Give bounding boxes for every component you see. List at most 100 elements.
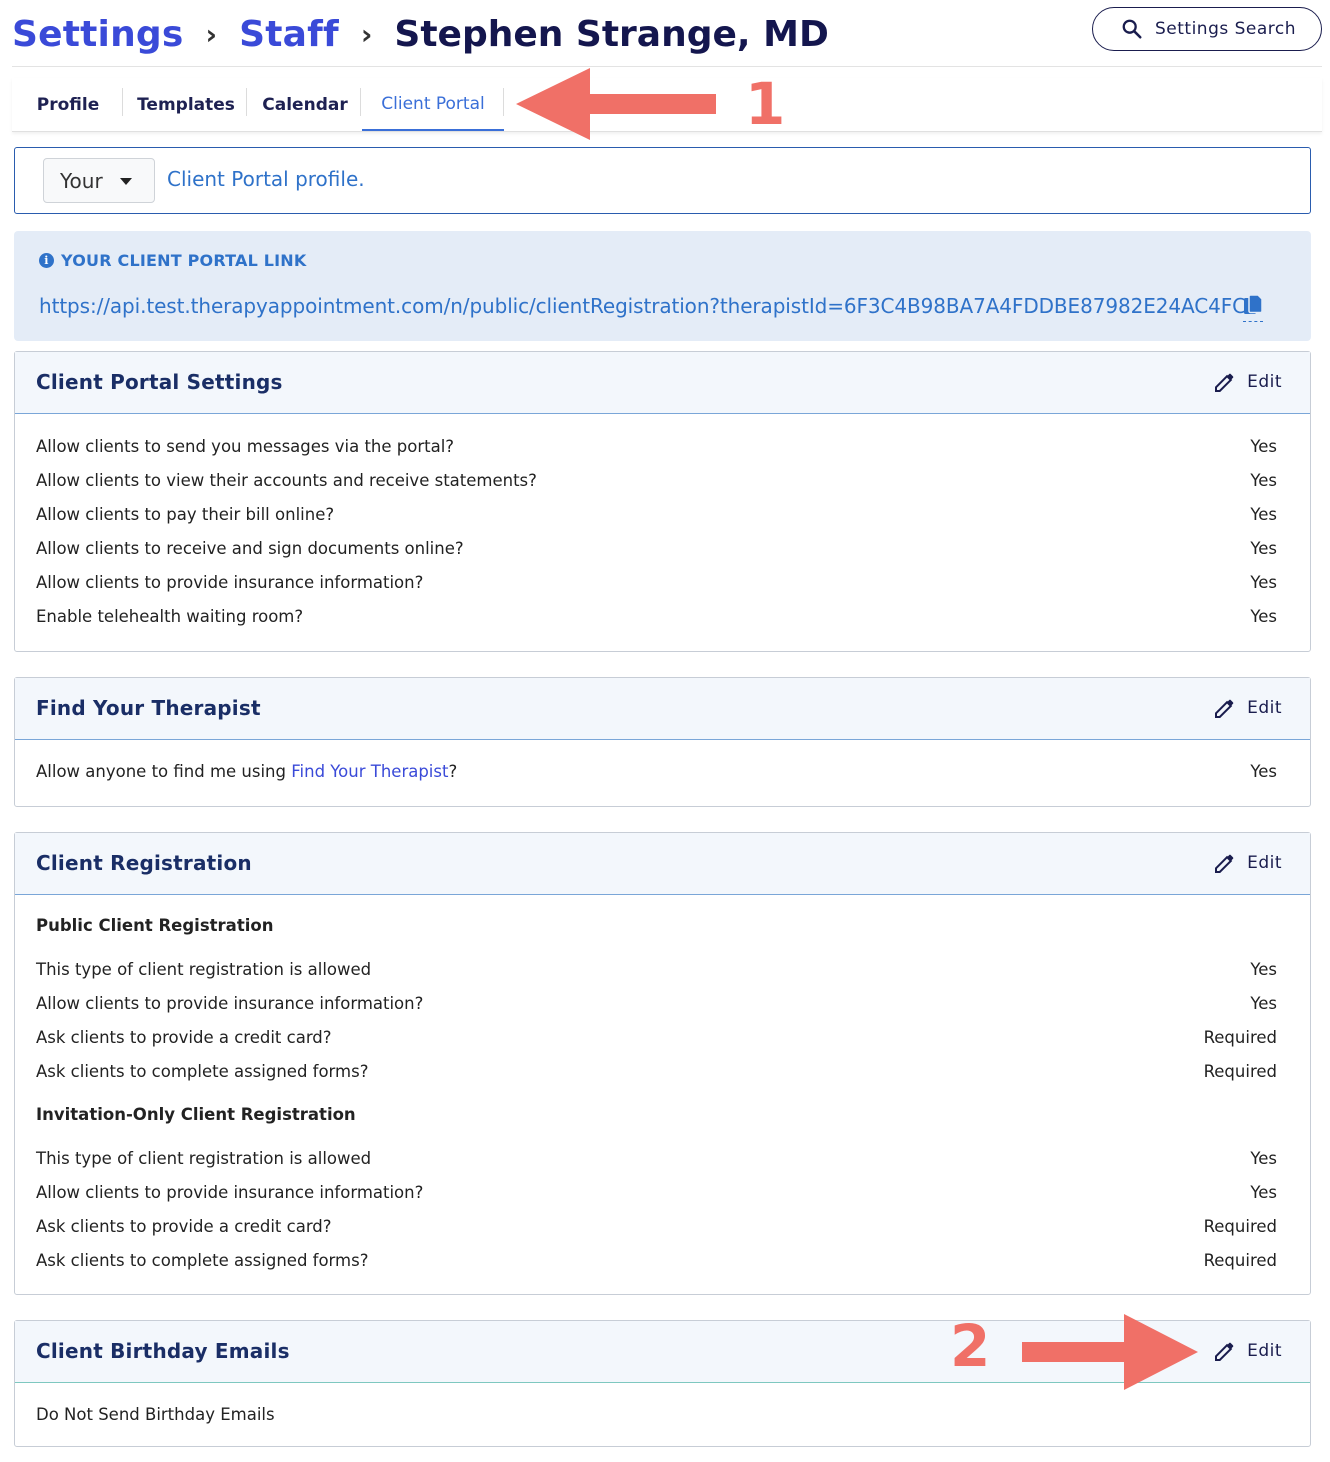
edit-label: Edit [1247,372,1282,392]
setting-value: Yes [1250,960,1277,979]
setting-label: Do Not Send Birthday Emails [36,1405,275,1424]
chevron-right-icon: › [360,17,373,51]
breadcrumb-settings-link[interactable]: Settings [12,14,184,55]
settings-search-button[interactable]: Settings Search [1092,7,1322,51]
setting-value: Yes [1250,471,1277,490]
setting-label-prefix: Allow anyone to find me using [36,762,292,781]
caret-down-icon [120,178,132,185]
setting-label: Allow clients to receive and sign docume… [36,539,464,558]
edit-birthday-emails-button[interactable]: Edit [1213,1339,1282,1363]
setting-label: Allow clients to send you messages via t… [36,437,455,456]
info-icon: i [39,253,54,268]
setting-row: Enable telehealth waiting room? Yes [36,607,1277,626]
client-registration-panel: Client Registration Edit Public Client R… [14,832,1311,1295]
pencil-icon [1215,699,1234,718]
tab-divider [360,88,361,116]
setting-label: Ask clients to complete assigned forms? [36,1062,369,1081]
panel-title: Client Portal Settings [36,370,283,394]
breadcrumb-staff-link[interactable]: Staff [239,14,339,55]
setting-row: Allow clients to provide insurance infor… [36,994,1277,1013]
find-your-therapist-link[interactable]: Find Your Therapist [291,762,448,781]
chevron-right-icon: › [205,17,218,51]
setting-label: Enable telehealth waiting room? [36,607,304,626]
setting-row: Allow clients to pay their bill online? Y… [36,505,1277,524]
client-portal-settings-panel: Client Portal Settings Edit Allow client… [14,351,1311,652]
setting-label: Allow clients to view their accounts and… [36,471,537,490]
annotation-number-2: 2 [950,1312,991,1380]
setting-value: Yes [1250,539,1277,558]
setting-value: Yes [1250,1149,1277,1168]
tab-templates[interactable]: Templates [130,78,242,131]
edit-portal-settings-button[interactable]: Edit [1213,370,1282,394]
setting-value: Yes [1250,505,1277,524]
setting-label: Allow clients to provide insurance infor… [36,573,424,592]
profile-owner-select[interactable]: Your [43,158,155,203]
setting-row: This type of client registration is allo… [36,1149,1277,1168]
profile-bar-text: Client Portal profile. [167,167,365,191]
panel-title: Client Registration [36,851,252,875]
setting-value: Yes [1250,762,1277,781]
panel-header: Find Your Therapist Edit [15,678,1310,740]
edit-label: Edit [1247,853,1282,873]
setting-value: Yes [1250,1183,1277,1202]
annotation-number-1: 1 [745,70,786,138]
setting-label: Allow clients to provide insurance infor… [36,1183,424,1202]
search-icon [1122,19,1142,39]
setting-row: Ask clients to provide a credit card? Req… [36,1217,1277,1236]
page-header: Settings › Staff › Stephen Strange, MD S… [12,0,1322,67]
profile-selector-bar: Your Client Portal profile. [14,147,1311,214]
find-your-therapist-panel: Find Your Therapist Edit Allow anyone to… [14,677,1311,807]
tab-profile[interactable]: Profile [20,78,116,131]
setting-row: Ask clients to complete assigned forms? R… [36,1062,1277,1081]
setting-row: Allow clients to view their accounts and… [36,471,1277,490]
tab-divider [122,88,123,116]
portal-link-heading-text: YOUR CLIENT PORTAL LINK [61,251,307,270]
setting-row: Ask clients to provide a credit card? Req… [36,1028,1277,1047]
copy-icon[interactable] [1243,294,1263,322]
annotation-arrow-1 [516,68,716,140]
panel-title: Client Birthday Emails [36,1339,290,1363]
tab-divider [246,88,247,116]
annotation-arrow-2 [1022,1314,1198,1390]
pencil-icon [1215,373,1234,392]
portal-link-heading: i YOUR CLIENT PORTAL LINK [39,251,306,270]
page-title: Stephen Strange, MD [394,13,829,55]
setting-label-suffix: ? [448,762,458,781]
setting-value: Yes [1250,607,1277,626]
setting-row: Allow clients to provide insurance infor… [36,573,1277,592]
setting-row: Do Not Send Birthday Emails [36,1405,1277,1424]
setting-label: Allow clients to provide insurance infor… [36,994,424,1013]
setting-row: Ask clients to complete assigned forms? R… [36,1251,1277,1270]
setting-value: Required [1203,1062,1277,1081]
setting-value: Yes [1250,437,1277,456]
tab-client-portal[interactable]: Client Portal [362,78,504,131]
setting-row: Allow clients to receive and sign docume… [36,539,1277,558]
client-portal-link-box: i YOUR CLIENT PORTAL LINK https://api.te… [14,231,1311,341]
pencil-icon [1215,854,1234,873]
profile-owner-select-value: Your [60,168,103,193]
setting-value: Required [1203,1251,1277,1270]
edit-registration-button[interactable]: Edit [1213,851,1282,875]
breadcrumb: Settings › Staff › Stephen Strange, MD [12,12,829,56]
panel-title: Find Your Therapist [36,696,261,720]
setting-value: Required [1203,1028,1277,1047]
edit-label: Edit [1247,1341,1282,1361]
setting-label: This type of client registration is allo… [36,1149,372,1168]
setting-label: Ask clients to complete assigned forms? [36,1251,369,1270]
setting-row: Allow clients to provide insurance infor… [36,1183,1277,1202]
setting-value: Yes [1250,994,1277,1013]
setting-label: This type of client registration is allo… [36,960,372,979]
edit-find-therapist-button[interactable]: Edit [1213,696,1282,720]
invitation-registration-heading: Invitation-Only Client Registration [36,1105,356,1124]
public-registration-heading: Public Client Registration [36,916,274,935]
tab-calendar[interactable]: Calendar [254,78,356,131]
setting-label: Ask clients to provide a credit card? [36,1028,332,1047]
setting-value: Required [1203,1217,1277,1236]
tab-divider [503,88,504,116]
edit-label: Edit [1247,698,1282,718]
setting-row: This type of client registration is allo… [36,960,1277,979]
portal-link-url[interactable]: https://api.test.therapyappointment.com/… [39,294,1260,318]
panel-header: Client Portal Settings Edit [15,352,1310,414]
setting-row: Allow clients to send you messages via t… [36,437,1277,456]
setting-label: Allow anyone to find me using Find Your … [36,762,457,781]
